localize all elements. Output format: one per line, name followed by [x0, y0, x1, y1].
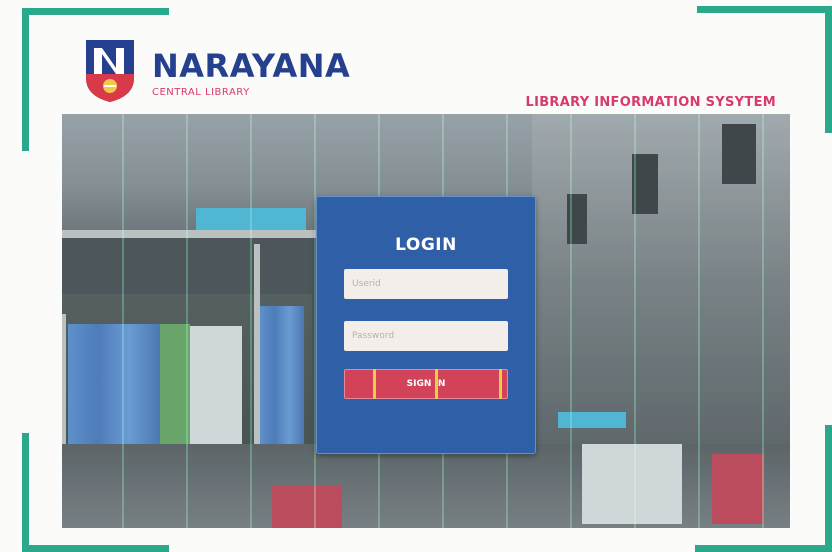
sign-in-label: SIGN IN	[406, 379, 446, 389]
sign-in-button[interactable]: SIGN IN	[344, 369, 508, 399]
password-input[interactable]	[344, 321, 508, 351]
sign-in-marker	[435, 369, 438, 399]
login-title: LOGIN	[395, 235, 457, 255]
sign-in-marker	[373, 369, 376, 399]
brand-name: NARAYANA	[152, 47, 351, 85]
system-title: LIBRARY INFORMATION SYSYTEM	[525, 95, 776, 110]
brand-subtitle: CENTRAL LIBRARY	[152, 87, 250, 98]
login-card: LOGIN SIGN IN	[316, 196, 536, 454]
userid-input[interactable]	[344, 269, 508, 299]
narayana-logo-icon	[82, 38, 138, 104]
sign-in-marker	[499, 369, 502, 399]
